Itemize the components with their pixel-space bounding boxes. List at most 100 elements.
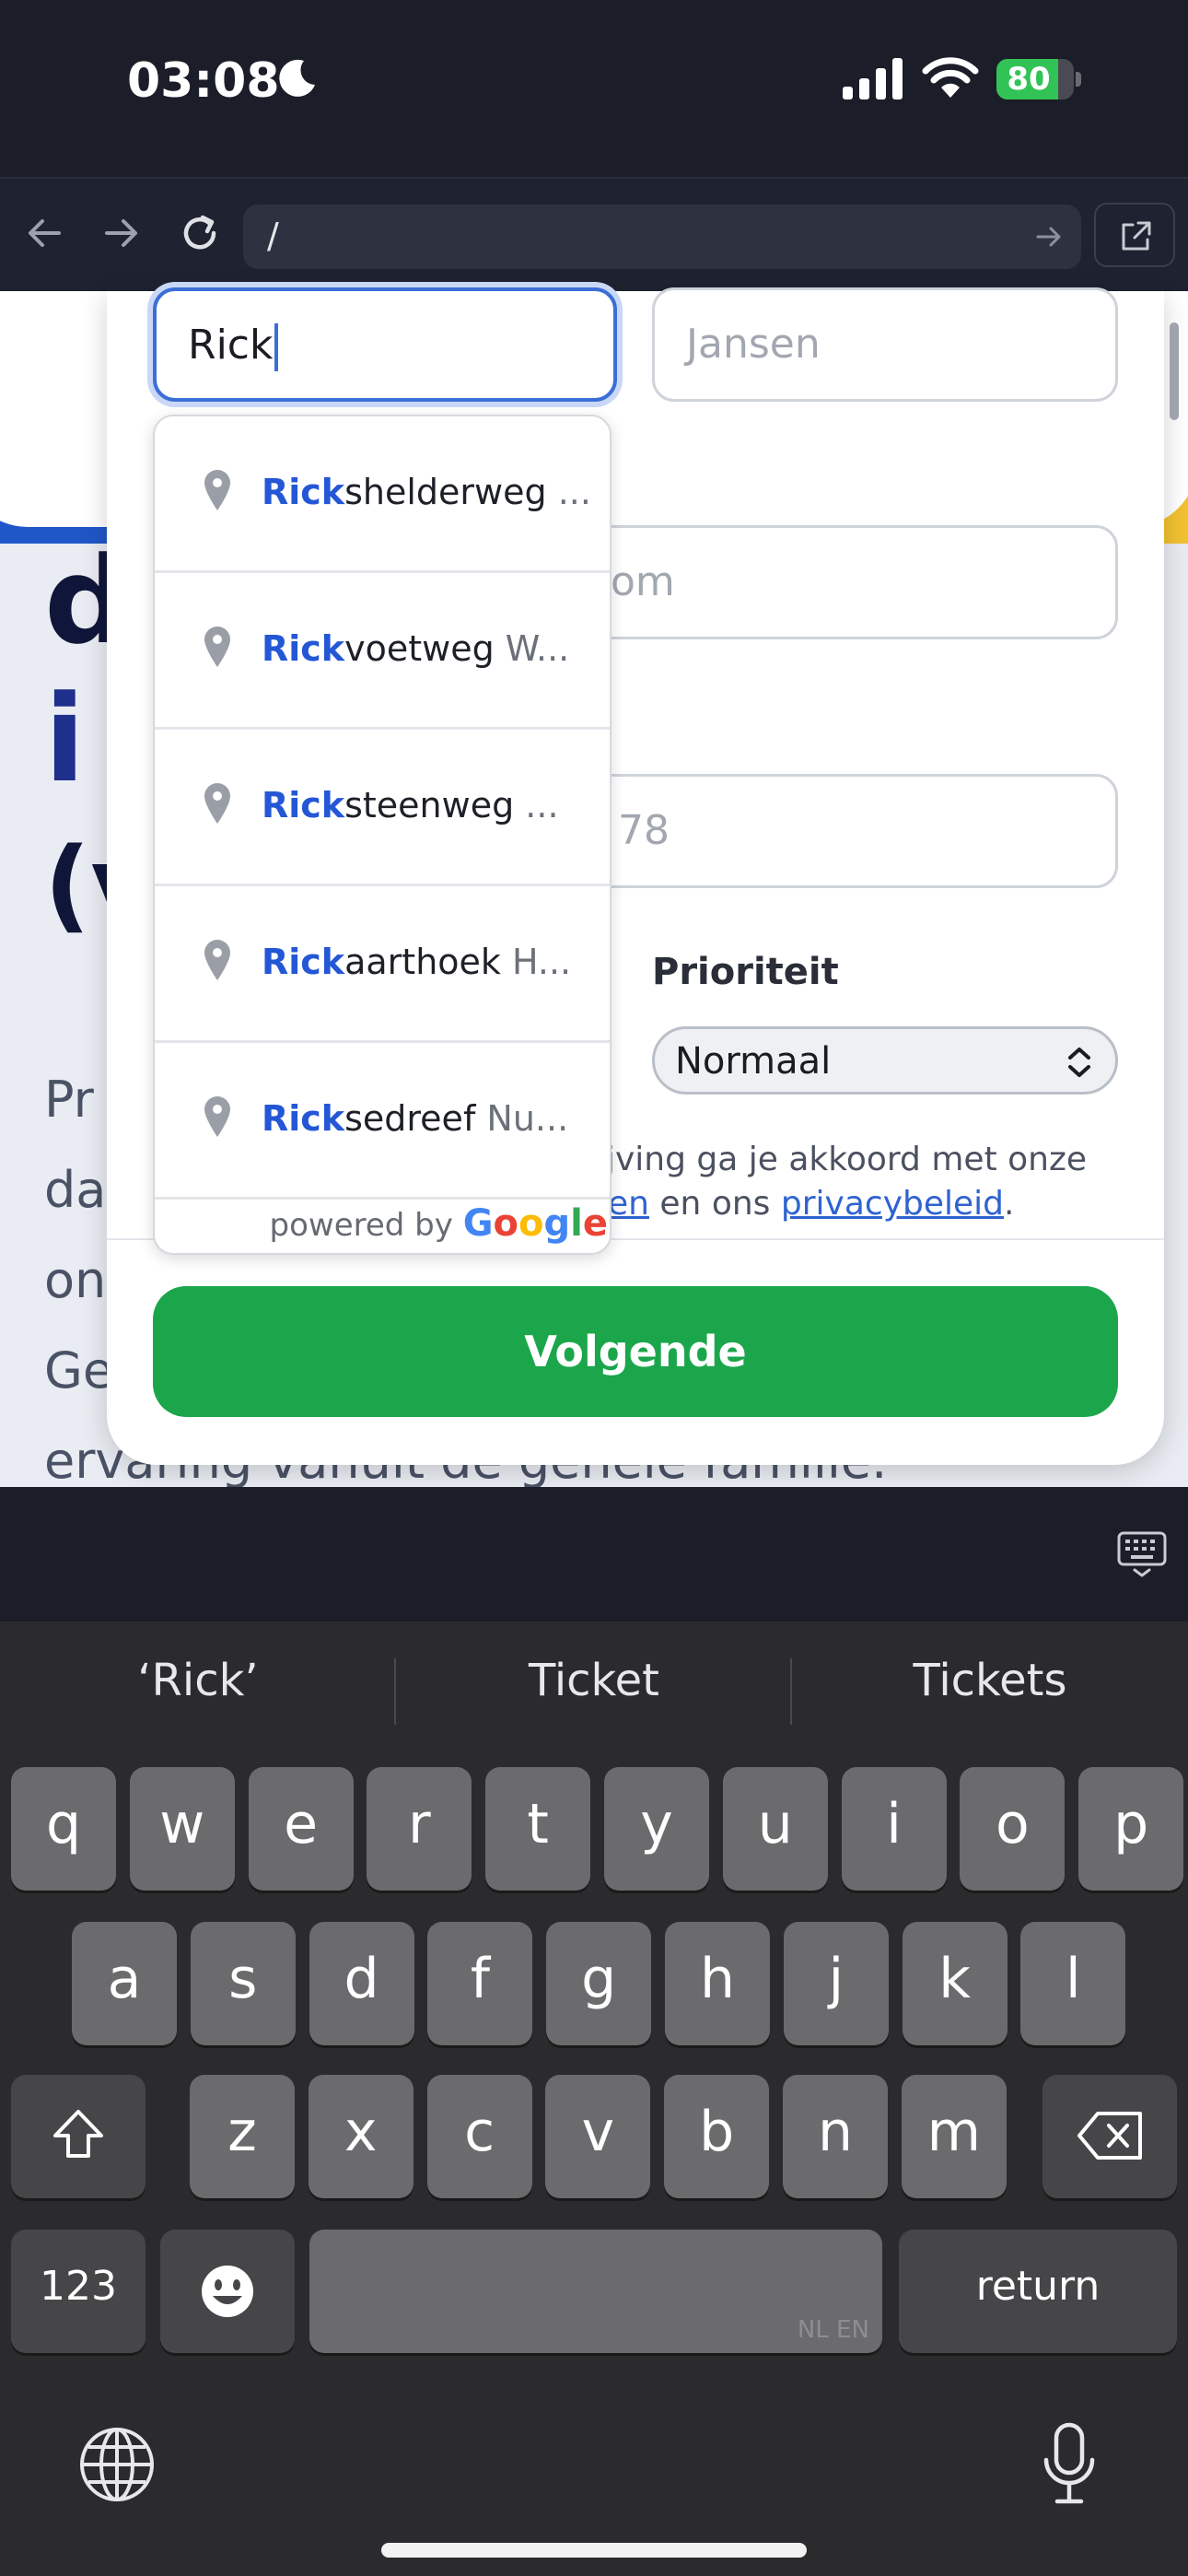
autocomplete-secondary: Nu... bbox=[475, 1098, 569, 1139]
key-o[interactable]: o bbox=[960, 1767, 1066, 1891]
autocomplete-secondary: ... bbox=[546, 472, 591, 512]
google-logo-letter: o bbox=[493, 1202, 519, 1245]
key-p[interactable]: p bbox=[1078, 1767, 1184, 1891]
autocomplete-item[interactable]: Ricksedreef Nu... bbox=[155, 1043, 610, 1200]
autocomplete-secondary: ... bbox=[514, 785, 559, 825]
shift-icon bbox=[53, 2110, 103, 2158]
key-k[interactable]: k bbox=[902, 1922, 1007, 2045]
scrollbar[interactable] bbox=[1170, 322, 1179, 420]
key-h[interactable]: h bbox=[665, 1922, 770, 2045]
first-name-value: Rick bbox=[188, 322, 274, 369]
key-l[interactable]: l bbox=[1020, 1922, 1126, 2045]
backspace-key[interactable] bbox=[1042, 2075, 1177, 2198]
status-time: 03:08 bbox=[127, 53, 280, 109]
space-key[interactable]: NL EN bbox=[309, 2230, 882, 2353]
key-e[interactable]: e bbox=[248, 1767, 354, 1891]
return-key[interactable]: return bbox=[899, 2230, 1177, 2353]
suggestion-item[interactable]: Tickets bbox=[792, 1655, 1188, 1706]
space-language-tag: NL EN bbox=[797, 2316, 869, 2344]
moon-icon bbox=[279, 59, 315, 97]
key-d[interactable]: d bbox=[309, 1922, 414, 2045]
key-j[interactable]: j bbox=[783, 1922, 889, 2045]
battery-indicator: 80 bbox=[996, 59, 1081, 100]
open-external-button[interactable] bbox=[1094, 203, 1175, 267]
shift-key[interactable] bbox=[11, 2075, 146, 2198]
status-bar: 03:08 80 bbox=[0, 0, 1188, 175]
background-heading: i bbox=[44, 669, 86, 809]
autocomplete-text: Rickshelderweg ... bbox=[262, 472, 602, 512]
phone-placeholder: 78 bbox=[618, 807, 670, 854]
email-placeholder: om bbox=[611, 558, 675, 605]
forward-arrow-icon[interactable] bbox=[94, 206, 147, 260]
key-y[interactable]: y bbox=[604, 1767, 709, 1891]
key-q[interactable]: q bbox=[11, 1767, 116, 1891]
key-v[interactable]: v bbox=[545, 2075, 651, 2198]
backspace-icon bbox=[1077, 2112, 1142, 2160]
open-external-icon bbox=[1122, 221, 1151, 251]
key-g[interactable]: g bbox=[546, 1922, 652, 2045]
key-m[interactable]: m bbox=[901, 2075, 1007, 2198]
key-r[interactable]: r bbox=[367, 1767, 472, 1891]
keyboard-hide-icon[interactable] bbox=[1116, 1528, 1168, 1579]
back-arrow-icon[interactable] bbox=[18, 206, 72, 260]
terms-text: jving ga je akkoord met onze bbox=[606, 1141, 1088, 1178]
key-w[interactable]: w bbox=[129, 1767, 235, 1891]
key-x[interactable]: x bbox=[308, 2075, 413, 2198]
autocomplete-item[interactable]: Rickaarthoek H... bbox=[155, 886, 610, 1043]
autocomplete-item[interactable]: Rickshelderweg ... bbox=[155, 416, 610, 573]
autocomplete-text: Rickaarthoek H... bbox=[262, 942, 602, 982]
on-screen-keyboard: ‘Rick’ Ticket Tickets 123 NL EN return q… bbox=[0, 1622, 1188, 2576]
privacy-policy-link[interactable]: privacybeleid bbox=[781, 1185, 1004, 1223]
google-logo-letter: G bbox=[462, 1202, 494, 1245]
google-logo-letter: e bbox=[582, 1202, 608, 1245]
autocomplete-street: steenweg bbox=[344, 785, 515, 825]
google-logo-letter: g bbox=[543, 1202, 571, 1245]
emoji-key[interactable] bbox=[160, 2230, 295, 2353]
location-pin-icon bbox=[204, 1096, 230, 1137]
browser-toolbar: / bbox=[0, 177, 1188, 291]
autocomplete-street: aarthoek bbox=[344, 942, 501, 982]
autocomplete-match: Rick bbox=[262, 628, 345, 669]
key-u[interactable]: u bbox=[722, 1767, 828, 1891]
background-paragraph: Ge bbox=[44, 1341, 114, 1399]
autocomplete-item[interactable]: Rickvoetweg W... bbox=[155, 573, 610, 730]
background-paragraph: on bbox=[44, 1251, 107, 1309]
autocomplete-text: Ricksedreef Nu... bbox=[262, 1098, 602, 1139]
terms-link[interactable]: en bbox=[608, 1185, 649, 1223]
autocomplete-match: Rick bbox=[262, 472, 345, 512]
priority-select[interactable]: Normaal bbox=[652, 1026, 1118, 1095]
autocomplete-item[interactable]: Ricksteenweg ... bbox=[155, 730, 610, 886]
battery-percent: 80 bbox=[1007, 61, 1051, 98]
priority-value: Normaal bbox=[675, 1040, 832, 1083]
url-text: / bbox=[267, 216, 279, 256]
key-s[interactable]: s bbox=[190, 1922, 296, 2045]
first-name-input[interactable]: Rick bbox=[153, 287, 617, 402]
key-b[interactable]: b bbox=[664, 2075, 770, 2198]
go-arrow-icon[interactable] bbox=[1033, 221, 1065, 252]
url-bar[interactable]: / bbox=[243, 205, 1081, 269]
key-t[interactable]: t bbox=[485, 1767, 591, 1891]
last-name-input[interactable]: Jansen bbox=[652, 287, 1118, 402]
reload-icon[interactable] bbox=[173, 206, 227, 260]
wifi-icon bbox=[922, 57, 979, 98]
next-button[interactable]: Volgende bbox=[153, 1286, 1118, 1417]
autocomplete-match: Rick bbox=[262, 1098, 345, 1139]
suggestion-item[interactable]: Ticket bbox=[396, 1655, 792, 1706]
suggestion-item[interactable]: ‘Rick’ bbox=[0, 1655, 396, 1706]
priority-label: Prioriteit bbox=[652, 951, 839, 993]
numbers-key[interactable]: 123 bbox=[11, 2230, 146, 2353]
key-i[interactable]: i bbox=[841, 1767, 947, 1891]
address-autocomplete: Rickshelderweg ... Rickvoetweg W... Rickst… bbox=[153, 415, 611, 1255]
key-z[interactable]: z bbox=[190, 2075, 295, 2198]
google-logo: Google bbox=[463, 1202, 608, 1245]
key-n[interactable]: n bbox=[783, 2075, 888, 2198]
key-a[interactable]: a bbox=[72, 1922, 177, 2045]
autocomplete-text: Ricksteenweg ... bbox=[262, 785, 602, 825]
terms-period: . bbox=[1004, 1185, 1015, 1223]
key-c[interactable]: c bbox=[426, 2075, 532, 2198]
globe-icon[interactable] bbox=[77, 2425, 157, 2504]
home-indicator bbox=[381, 2543, 807, 2558]
microphone-icon[interactable] bbox=[1041, 2421, 1098, 2506]
key-f[interactable]: f bbox=[427, 1922, 533, 2045]
autocomplete-street: shelderweg bbox=[344, 472, 547, 512]
